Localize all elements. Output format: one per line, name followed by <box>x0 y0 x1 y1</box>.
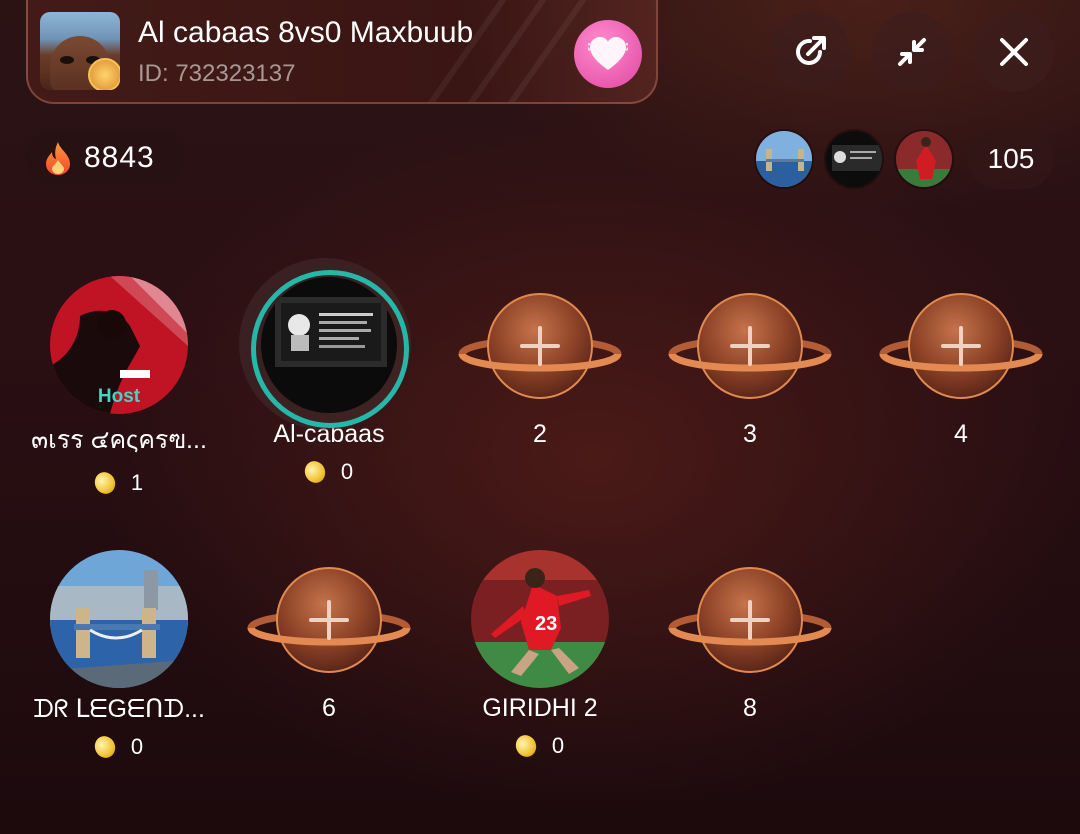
seat-coins: 0 <box>440 731 640 761</box>
add-seat-planet-icon <box>247 567 411 673</box>
add-seat-planet-icon <box>458 293 622 399</box>
seat-number: 4 <box>954 420 968 448</box>
room-title: Al cabaas 8vs0 Maxbuub <box>138 16 474 49</box>
minimize-button[interactable] <box>872 12 952 92</box>
coin-icon <box>91 732 119 762</box>
viewer-avatar-image <box>826 131 882 187</box>
coin-icon <box>91 468 119 498</box>
add-seat-planet-icon <box>668 293 832 399</box>
seat-avatar: Host <box>50 276 188 414</box>
coin-icon <box>301 457 329 487</box>
host-label: Host <box>97 386 141 407</box>
seat-coin-count: 1 <box>130 470 144 495</box>
seat-5[interactable]: ᗪᖇ ᒪᗴGᗴᑎᗪ... 0 <box>19 544 219 762</box>
heart-icon <box>588 37 628 70</box>
seat-coins: 0 <box>19 732 219 762</box>
seat-name: ๓เรร ๔คςครฃ... <box>31 426 207 454</box>
seat-name: ᗪᖇ ᒪᗴGᗴᑎᗪ... <box>33 695 205 723</box>
seat-coin-count: 0 <box>130 734 144 759</box>
seat-coins: 1 <box>19 468 219 498</box>
share-icon <box>796 36 826 65</box>
seat-host[interactable]: Host ๓เรร ๔คςครฃ... 1 <box>19 270 219 498</box>
empty-seat-4[interactable]: 4 <box>861 270 1061 449</box>
add-seat-planet-icon <box>668 567 832 673</box>
viewer-avatar[interactable] <box>754 129 814 189</box>
viewer-count-pill[interactable]: 105 <box>968 129 1054 189</box>
room-id: ID: 732323137 <box>138 60 296 87</box>
svg-text:23: 23 <box>535 613 557 635</box>
room-avatar <box>40 12 120 90</box>
level-badge-icon <box>88 58 120 90</box>
seat-coin-count: 0 <box>340 459 354 484</box>
seat-number: 8 <box>743 694 757 722</box>
seat-1[interactable]: Al-cabaas 0 <box>229 258 429 487</box>
seat-avatar <box>50 550 188 688</box>
seat-number: 6 <box>322 694 336 722</box>
empty-seat-6[interactable]: 6 <box>229 544 429 723</box>
empty-seat-8[interactable]: 8 <box>650 544 850 723</box>
fire-icon <box>46 142 70 175</box>
seat-7[interactable]: 23 GIRIDHI 2 0 <box>440 544 640 761</box>
seat-name: GIRIDHI 2 <box>482 694 598 722</box>
follow-heart-button[interactable] <box>574 20 642 88</box>
viewer-avatar[interactable] <box>824 129 884 189</box>
popularity-pill[interactable]: 8843 <box>26 130 184 186</box>
close-button[interactable] <box>974 12 1054 92</box>
empty-seat-2[interactable]: 2 <box>440 270 640 449</box>
empty-seat-3[interactable]: 3 <box>650 270 850 449</box>
popularity-count: 8843 <box>84 141 155 174</box>
minimize-icon <box>898 38 926 66</box>
seat-number: 2 <box>533 420 547 448</box>
seat-avatar <box>261 277 397 413</box>
share-button[interactable] <box>770 12 850 92</box>
viewer-avatar-image <box>896 131 952 187</box>
seat-avatar: 23 <box>471 550 609 688</box>
seat-coin-count: 0 <box>551 733 565 758</box>
room-info-card[interactable]: Al cabaas 8vs0 Maxbuub ID: 732323137 <box>26 0 658 104</box>
viewer-avatar-image <box>756 131 812 187</box>
close-icon <box>1000 38 1028 66</box>
viewer-avatar[interactable] <box>894 129 954 189</box>
add-seat-planet-icon <box>879 293 1043 399</box>
seat-coins: 0 <box>229 457 429 487</box>
seat-number: 3 <box>743 420 757 448</box>
coin-icon <box>512 731 540 761</box>
